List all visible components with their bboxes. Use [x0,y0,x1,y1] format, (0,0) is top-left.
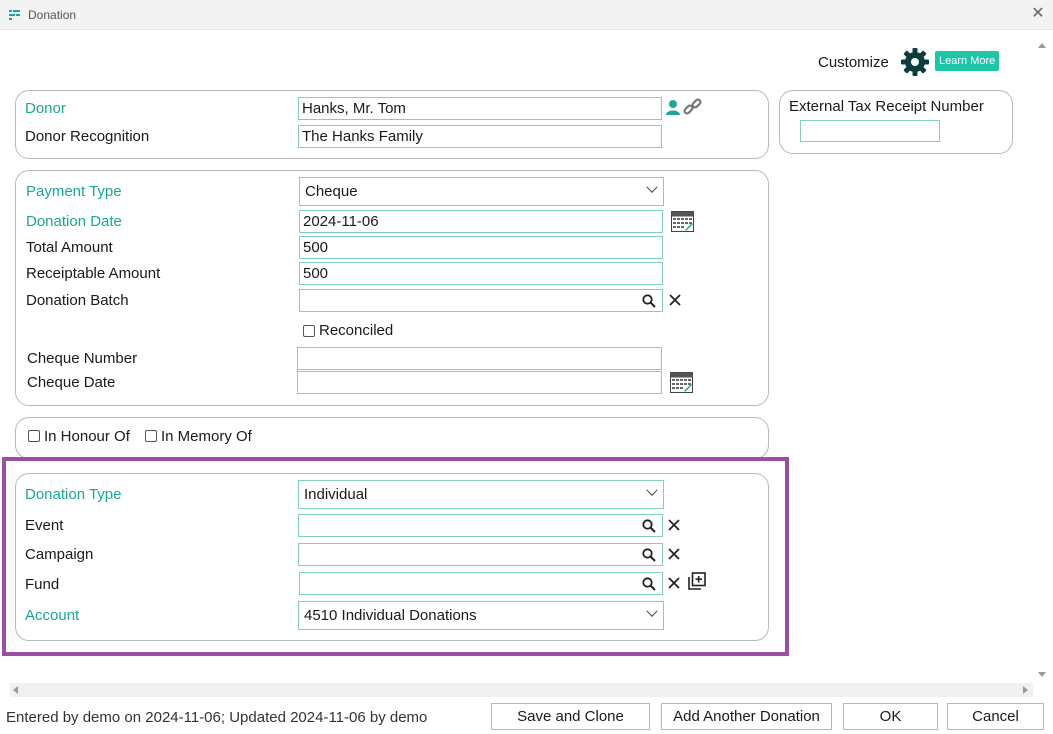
gear-icon[interactable] [900,47,930,77]
chevron-down-icon [646,605,658,617]
in-honour-label[interactable]: In Honour Of [44,428,130,445]
donation-type-value: Individual [304,486,368,503]
scroll-left-icon[interactable] [12,686,20,694]
search-icon[interactable] [642,577,656,591]
audit-status-text: Entered by demo on 2024-11-06; Updated 2… [6,709,428,726]
scroll-up-icon[interactable] [1038,42,1046,50]
reconciled-label[interactable]: Reconciled [319,322,393,339]
cheque-number-label: Cheque Number [27,350,138,367]
cheque-date-label: Cheque Date [27,374,116,391]
account-label: Account [25,607,80,624]
total-amount-field[interactable]: 500 [299,236,663,259]
receiptable-amount-field[interactable]: 500 [299,262,663,285]
window-title: Donation [28,8,77,22]
campaign-label: Campaign [25,546,94,563]
ok-button[interactable]: OK [843,703,938,730]
person-icon[interactable] [665,99,681,115]
account-select[interactable]: 4510 Individual Donations [298,601,664,630]
title-bar [0,0,1053,30]
chevron-down-icon [646,181,658,193]
fund-label: Fund [25,576,60,593]
total-amount-label: Total Amount [26,239,113,256]
cheque-date-field[interactable] [297,371,662,394]
in-honour-checkbox[interactable] [28,430,40,442]
vertical-scrollbar[interactable] [1035,38,1049,683]
payment-type-value: Cheque [305,183,358,200]
donation-batch-label: Donation Batch [26,292,129,309]
payment-type-label: Payment Type [26,183,122,200]
in-memory-checkbox[interactable] [145,430,157,442]
event-label: Event [25,517,64,534]
clear-icon[interactable] [667,547,681,561]
event-field[interactable] [298,514,663,537]
clear-icon[interactable] [667,518,681,532]
learn-more-button[interactable]: Learn More [935,51,1000,71]
recognition-label: Donor Recognition [25,128,150,145]
donation-batch-field[interactable] [299,289,663,312]
receiptable-amount-label: Receiptable Amount [26,265,161,282]
calendar-icon[interactable] [671,211,694,232]
campaign-field[interactable] [298,543,663,566]
tax-receipt-label: External Tax Receipt Number [789,98,984,115]
in-memory-label[interactable]: In Memory Of [161,428,252,445]
scroll-down-icon[interactable] [1038,670,1046,678]
add-copy-icon[interactable] [688,572,706,590]
calendar-icon[interactable] [670,372,693,393]
donation-date-label: Donation Date [26,213,122,230]
clear-icon[interactable] [667,576,681,590]
chevron-down-icon [646,484,658,496]
payment-type-select[interactable]: Cheque [299,177,664,206]
account-value: 4510 Individual Donations [304,607,477,624]
save-and-clone-button[interactable]: Save and Clone [491,703,650,730]
close-icon[interactable]: ✕ [1029,5,1047,23]
donation-type-label: Donation Type [25,486,122,503]
app-icon [9,10,20,20]
clear-icon[interactable] [668,293,682,307]
donor-label[interactable]: Donor [25,100,66,117]
scroll-right-icon[interactable] [1021,686,1029,694]
fund-field[interactable] [299,572,663,595]
recognition-field[interactable]: The Hanks Family [298,125,662,148]
search-icon[interactable] [642,519,656,533]
donation-date-field[interactable]: 2024-11-06 [299,210,663,233]
search-icon[interactable] [642,294,656,308]
horizontal-scrollbar[interactable] [10,683,1033,697]
donor-field[interactable]: Hanks, Mr. Tom [298,97,662,120]
donation-type-select[interactable]: Individual [298,480,664,509]
reconciled-checkbox[interactable] [303,325,315,337]
tax-receipt-field[interactable] [800,120,940,142]
customize-label[interactable]: Customize [818,54,889,71]
search-icon[interactable] [642,548,656,562]
cheque-number-field[interactable] [297,347,662,370]
cancel-button[interactable]: Cancel [947,703,1044,730]
link-icon[interactable] [683,97,703,117]
add-another-donation-button[interactable]: Add Another Donation [661,703,832,730]
